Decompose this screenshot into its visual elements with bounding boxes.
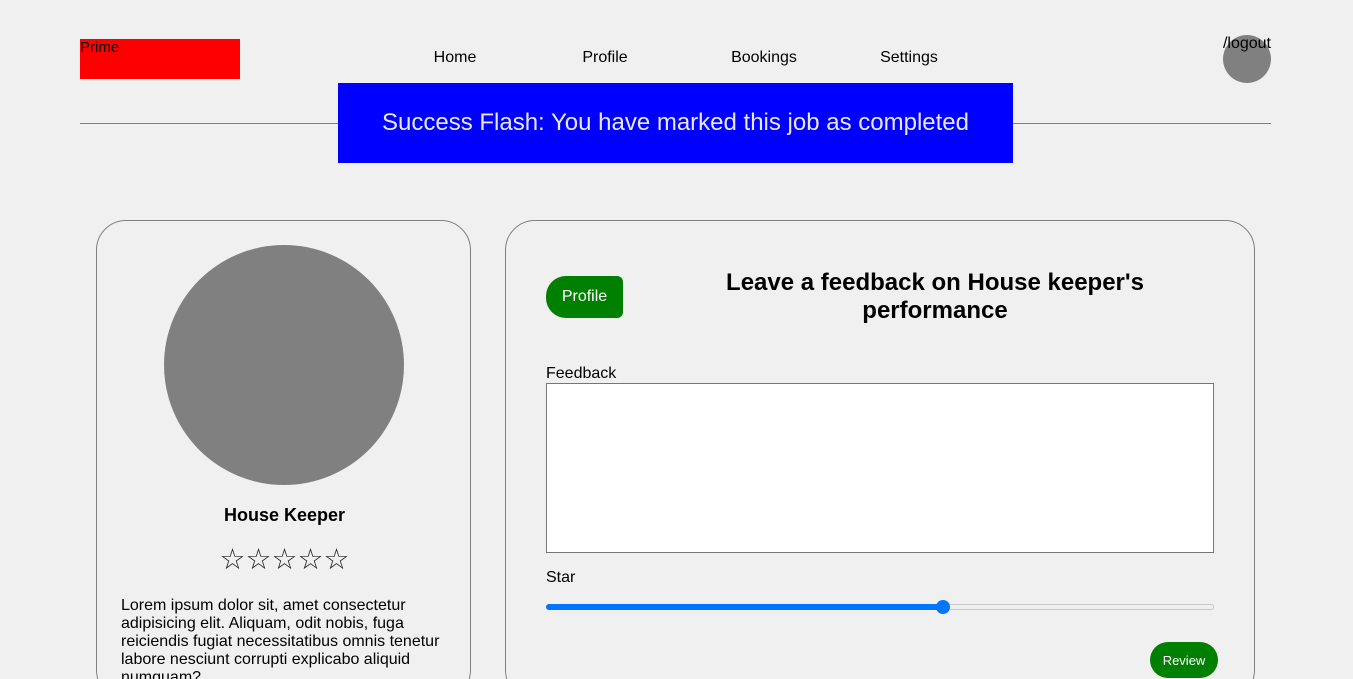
star-slider[interactable]	[546, 599, 1214, 615]
feedback-title: Leave a feedback on House keeper's perfo…	[726, 269, 1144, 324]
slider-thumb[interactable]	[936, 600, 951, 614]
success-flash: Success Flash: You have marked this job …	[338, 83, 1013, 163]
logout-link[interactable]: /logout	[1223, 35, 1271, 53]
housekeeper-name: House Keeper	[223, 505, 346, 525]
flash-message: Success Flash: You have marked this job …	[382, 109, 969, 136]
housekeeper-bio: Lorem ipsum dolor sit, amet consectetur …	[121, 597, 440, 679]
star-label: Star	[546, 569, 576, 586]
feedback-textarea[interactable]	[546, 383, 1214, 553]
feedback-card: Profile Leave a feedback on House keeper…	[505, 220, 1255, 679]
housekeeper-profile-card: House Keeper ☆☆☆☆☆ Lorem ipsum dolor sit…	[96, 220, 471, 679]
profile-button[interactable]: Profile	[546, 276, 623, 318]
rating-stars: ☆☆☆☆☆	[219, 544, 350, 576]
housekeeper-avatar	[164, 245, 404, 485]
main-nav: Home Profile Bookings Settings	[0, 49, 1353, 69]
nav-settings[interactable]: Settings	[880, 49, 938, 67]
slider-fill	[546, 604, 944, 610]
nav-bookings[interactable]: Bookings	[731, 49, 797, 67]
page: Prime Home Profile Bookings Settings /lo…	[0, 0, 1353, 679]
nav-home[interactable]: Home	[434, 49, 477, 67]
feedback-label: Feedback	[546, 365, 617, 382]
nav-profile[interactable]: Profile	[582, 49, 627, 67]
review-button[interactable]: Review	[1150, 642, 1218, 678]
